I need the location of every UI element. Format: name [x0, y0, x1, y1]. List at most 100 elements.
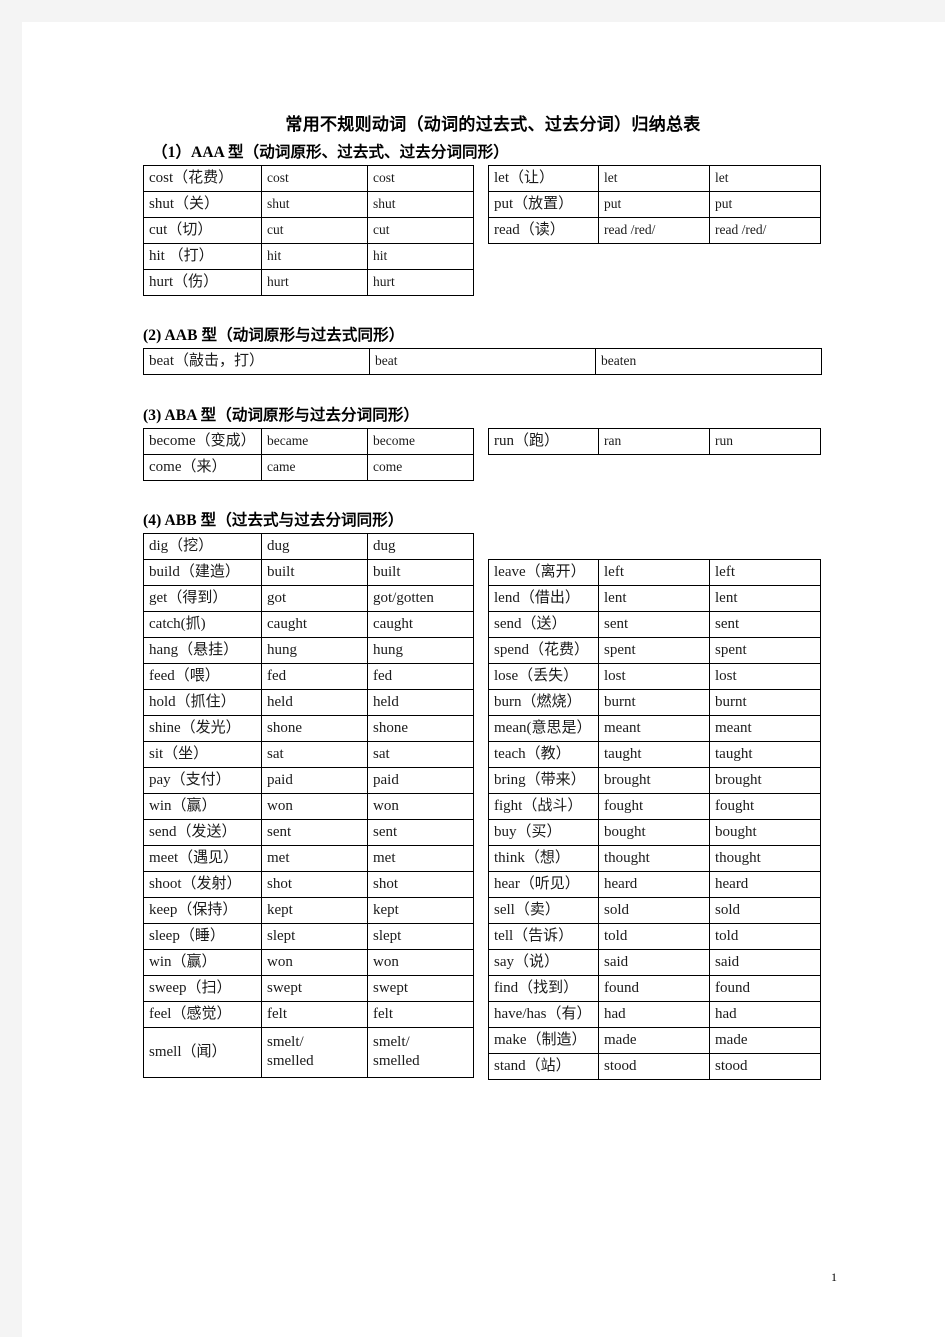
aba-left-table: become（变成） became become come（来） came come: [143, 428, 474, 481]
verb-base-cell: run（跑）: [488, 428, 599, 455]
verb-base-cell: leave（离开）: [488, 559, 599, 586]
aaa-right-table: let（让） let let put（放置） put put read（读） read /re…: [488, 165, 821, 244]
verb-base-cell: lend（借出）: [488, 585, 599, 612]
table-row: shoot（发射） shot shot: [143, 871, 474, 898]
table-row: sell（卖） sold sold: [488, 897, 821, 924]
verb-participle-cell: lost: [709, 663, 821, 690]
verb-participle-cell: come: [367, 454, 474, 481]
verb-base-cell: put（放置）: [488, 191, 599, 218]
verb-participle-cell: smelt/ smelled: [367, 1027, 474, 1078]
verb-past-cell: built: [261, 559, 368, 586]
verb-participle-cell: put: [709, 191, 821, 218]
verb-past-cell: fought: [598, 793, 710, 820]
section-abb-tables: dig（挖） dug dug build（建造） built built get（得到） go…: [143, 533, 843, 1105]
page-title: 常用不规则动词（动词的过去式、过去分词）归纳总表: [285, 115, 701, 134]
verb-base-cell: hurt（伤）: [143, 269, 262, 296]
verb-past-cell: hurt: [261, 269, 368, 296]
verb-base-cell: win（赢）: [143, 793, 262, 820]
verb-base-cell: build（建造）: [143, 559, 262, 586]
table-row: get（得到） got got/gotten: [143, 585, 474, 612]
table-row: cost（花费） cost cost: [143, 165, 474, 192]
table-row: keep（保持） kept kept: [143, 897, 474, 924]
verb-participle-cell: held: [367, 689, 474, 716]
aab-table: beat（敲击，打） beat beaten: [143, 348, 822, 375]
table-row: hurt（伤） hurt hurt: [143, 269, 474, 296]
verb-participle-cell: hung: [367, 637, 474, 664]
section-heading-aaa: （1）AAA 型（动词原形、过去式、过去分词同形）: [152, 144, 509, 161]
verb-past-cell: became: [261, 428, 368, 455]
table-row: catch(抓) caught caught: [143, 611, 474, 638]
table-row: sleep（睡） slept slept: [143, 923, 474, 950]
verb-participle-cell: said: [709, 949, 821, 976]
table-row: tell（告诉） told told: [488, 923, 821, 950]
table-row: read（读） read /red/read /red/: [488, 217, 821, 244]
verb-past-cell: had: [598, 1001, 710, 1028]
verb-participle-cell: hurt: [367, 269, 474, 296]
verb-participle-cell: caught: [367, 611, 474, 638]
table-row: feed（喂） fed fed: [143, 663, 474, 690]
verb-participle-cell: sent: [709, 611, 821, 638]
verb-participle-cell: dug: [367, 533, 474, 560]
section-aab-tables: beat（敲击，打） beat beaten: [143, 348, 843, 375]
verb-participle-cell: heard: [709, 871, 821, 898]
verb-base-cell: catch(抓): [143, 611, 262, 638]
table-row: sweep（扫） swept swept: [143, 975, 474, 1002]
verb-base-cell: send（送）: [488, 611, 599, 638]
verb-past-cell: swept: [261, 975, 368, 1002]
verb-past-cell: sent: [261, 819, 368, 846]
aba-right-table: run（跑） ran run: [488, 428, 821, 455]
table-row: think（想） thought thought: [488, 845, 821, 872]
table-row: pay（支付） paid paid: [143, 767, 474, 794]
verb-base-cell: beat（敲击，打）: [143, 348, 370, 375]
verb-past-cell: slept: [261, 923, 368, 950]
document-page: 常用不规则动词（动词的过去式、过去分词）归纳总表 （1）AAA 型（动词原形、过…: [22, 22, 945, 1337]
verb-participle-cell: let: [709, 165, 821, 192]
verb-base-cell: send（发送）: [143, 819, 262, 846]
table-row: find（找到） found found: [488, 975, 821, 1002]
verb-base-cell: keep（保持）: [143, 897, 262, 924]
verb-base-cell: cut（切）: [143, 217, 262, 244]
verb-participle-cell: hit: [367, 243, 474, 270]
table-row: win（赢） won won: [143, 949, 474, 976]
abb-right-table: leave（离开） left left lend（借出） lent lent send（送）…: [488, 559, 821, 1080]
table-row: hit （打） hit hit: [143, 243, 474, 270]
section-aaa-tables: cost（花费） cost cost shut（关） shut shut cut（切） cut…: [143, 165, 843, 296]
verb-past-cell: ran: [598, 428, 710, 455]
verb-past-cell: felt: [261, 1001, 368, 1028]
verb-past-cell: sat: [261, 741, 368, 768]
verb-participle-cell: found: [709, 975, 821, 1002]
verb-participle-cell: become: [367, 428, 474, 455]
verb-past-cell: caught: [261, 611, 368, 638]
verb-past-cell: found: [598, 975, 710, 1002]
verb-base-cell: hold（抓住）: [143, 689, 262, 716]
table-row: mean(意思是） meant meant: [488, 715, 821, 742]
verb-base-cell: bring（带来）: [488, 767, 599, 794]
aba-right-table-wrap: run（跑） ran run: [488, 428, 821, 455]
verb-past-cell: taught: [598, 741, 710, 768]
verb-participle-cell: spent: [709, 637, 821, 664]
table-row: win（赢） won won: [143, 793, 474, 820]
verb-base-cell: sleep（睡）: [143, 923, 262, 950]
verb-base-cell: burn（燃烧）: [488, 689, 599, 716]
verb-participle-cell: made: [709, 1027, 821, 1054]
verb-base-cell: stand（站）: [488, 1053, 599, 1080]
verb-participle-cell: left: [709, 559, 821, 586]
verb-participle-cell: brought: [709, 767, 821, 794]
verb-participle-cell: sent: [367, 819, 474, 846]
verb-participle-cell: lent: [709, 585, 821, 612]
verb-past-cell: shone: [261, 715, 368, 742]
verb-past-cell: shot: [261, 871, 368, 898]
table-row: come（来） came come: [143, 454, 474, 481]
verb-past-cell: shut: [261, 191, 368, 218]
aba-left-table-wrap: become（变成） became become come（来） came come: [143, 428, 474, 481]
verb-base-cell: buy（买）: [488, 819, 599, 846]
verb-past-cell: hung: [261, 637, 368, 664]
verb-past-cell: read /red/: [598, 217, 710, 244]
verb-participle-cell: beaten: [595, 348, 822, 375]
verb-past-cell: paid: [261, 767, 368, 794]
verb-participle-cell: bought: [709, 819, 821, 846]
verb-base-cell: spend（花费）: [488, 637, 599, 664]
verb-base-cell: get（得到）: [143, 585, 262, 612]
abb-left-table: dig（挖） dug dug build（建造） built built get（得到） go…: [143, 533, 474, 1078]
verb-base-cell: become（变成）: [143, 428, 262, 455]
